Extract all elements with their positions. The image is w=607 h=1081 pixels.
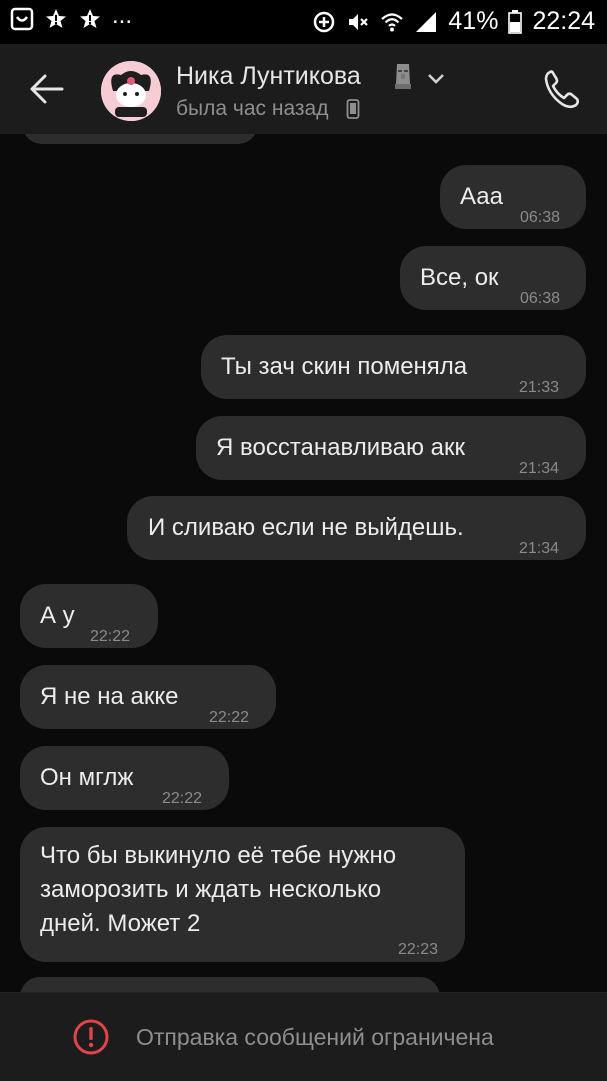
message-bubble-outgoing[interactable]: Ааа 06:38 [440, 165, 586, 229]
message-text: Все, ок [420, 264, 499, 291]
warning-circle-icon [72, 1018, 110, 1056]
message-bubble-outgoing[interactable]: И сливаю если не выйдешь. 21:34 [127, 496, 586, 560]
message-time: 21:33 [519, 379, 560, 396]
status-bar: ... 41% 22:24 [0, 0, 607, 44]
chat-header: Ника Лунтикова была час назад [0, 44, 607, 134]
back-arrow-icon [30, 74, 64, 104]
message-bubble-outgoing[interactable]: Ты зач скин поменяла 21:33 [201, 335, 586, 399]
message-text: Я восстанавливаю акк [216, 434, 465, 461]
message-text: Ты зач скин поменяла [221, 353, 468, 380]
mobile-device-icon [346, 98, 360, 120]
back-button[interactable] [22, 66, 72, 112]
message-text: А у [40, 602, 75, 629]
message-text-line: дней. Может 2 [40, 910, 201, 937]
message-bubble-incoming[interactable]: А у 22:22 [20, 584, 158, 648]
phone-icon [544, 70, 580, 109]
contact-status: была час назад [176, 97, 329, 120]
star-notification-icon [44, 7, 68, 31]
smile-notification-icon [10, 7, 34, 31]
battery-percent: 41% [448, 7, 499, 35]
battery-icon [508, 9, 523, 34]
mute-icon [346, 10, 370, 34]
message-text-line: Что бы выкинуло её тебе нужно [40, 842, 397, 869]
message-time: 22:22 [90, 628, 131, 645]
message-time: 22:22 [209, 709, 250, 726]
more-notifications: ... [112, 2, 133, 29]
message-text: Ааа [460, 183, 503, 210]
restriction-text: Отправка сообщений ограничена [136, 1024, 494, 1050]
moai-icon [392, 62, 414, 90]
message-time: 21:34 [519, 540, 560, 557]
message-text: И сливаю если не выйдешь. [148, 514, 464, 541]
message-time: 22:23 [398, 941, 439, 958]
message-time: 22:22 [162, 790, 203, 807]
message-bubble-outgoing[interactable]: Все, ок 06:38 [400, 246, 586, 310]
avatar[interactable] [101, 61, 161, 121]
wifi-icon [380, 10, 404, 34]
message-bubble-incoming[interactable]: Он мглж 22:22 [20, 746, 229, 810]
message-text-line: заморозить и ждать несколько [40, 876, 382, 903]
message-bubble-partial [22, 134, 258, 144]
clock: 22:24 [532, 7, 595, 35]
message-text: Я не на акке [40, 683, 179, 710]
message-bubble-incoming[interactable]: Что бы выкинуло её тебе нужно заморозить… [20, 827, 465, 962]
message-bubble-outgoing[interactable]: Я восстанавливаю акк 21:34 [196, 416, 586, 480]
message-bubble-incoming[interactable]: Я не на акке 22:22 [20, 665, 276, 729]
restriction-bar: Отправка сообщений ограничена [0, 992, 607, 1081]
message-time: 06:38 [520, 209, 561, 226]
message-list[interactable]: Ааа 06:38 Все, ок 06:38 Ты зач скин поме… [0, 134, 607, 992]
data-saver-icon [312, 10, 336, 34]
message-text: Он мглж [40, 764, 134, 791]
signal-icon [414, 10, 438, 34]
message-bubble-partial [20, 977, 440, 992]
message-time: 06:38 [520, 290, 561, 307]
message-time: 21:34 [519, 460, 560, 477]
chevron-down-icon[interactable] [426, 72, 446, 86]
star-notification-icon [78, 7, 102, 31]
contact-name[interactable]: Ника Лунтикова [176, 62, 361, 91]
call-button[interactable] [540, 66, 584, 112]
